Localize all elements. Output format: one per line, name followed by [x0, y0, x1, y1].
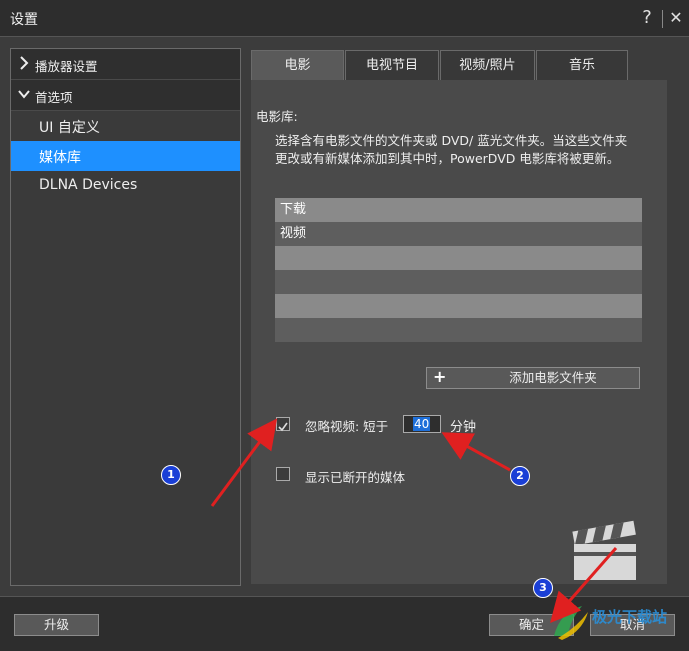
ignore-minutes-input[interactable]: 40	[403, 415, 441, 433]
footer-bar	[0, 596, 689, 651]
library-description: 选择含有电影文件的文件夹或 DVD/ 蓝光文件夹。当这些文件夹更改或有新媒体添加…	[275, 133, 628, 166]
window-title: 设置	[10, 12, 38, 28]
nav-item-dlna-devices[interactable]: DLNA Devices	[11, 171, 240, 201]
ok-button[interactable]: 确定	[489, 614, 574, 636]
nav-item-label: UI 自定义	[39, 120, 100, 136]
nav-group-player-settings[interactable]: 播放器设置	[11, 49, 240, 80]
section-title: 电影库:	[256, 109, 298, 124]
ignore-short-videos-checkbox[interactable]	[276, 417, 290, 432]
folder-row	[275, 294, 642, 318]
folder-list[interactable]: 下载 视频	[275, 198, 642, 344]
folder-row	[275, 270, 642, 294]
close-icon[interactable]: ✕	[665, 6, 687, 30]
checkmark-icon	[278, 422, 288, 432]
nav-item-label: DLNA Devices	[39, 177, 138, 193]
tab-movies[interactable]: 电影	[251, 50, 344, 80]
annotation-badge-1: 1	[161, 465, 181, 485]
button-label: 添加电影文件夹	[509, 370, 597, 385]
tab-tv-shows[interactable]: 电视节目	[345, 50, 439, 80]
folder-row[interactable]: 视频	[275, 222, 642, 246]
show-disconnected-media-label: 显示已断开的媒体	[305, 470, 406, 485]
minutes-unit-label: 分钟	[450, 420, 477, 435]
nav-item-label: 媒体库	[39, 150, 81, 166]
nav-group-label: 首选项	[35, 90, 73, 105]
folder-row	[275, 246, 642, 270]
title-separator	[662, 10, 663, 28]
folder-row	[275, 318, 642, 342]
nav-group-label: 播放器设置	[35, 59, 98, 74]
nav-item-ui-customize[interactable]: UI 自定义	[11, 111, 240, 141]
annotation-badge-3: 3	[533, 578, 553, 598]
tab-music[interactable]: 音乐	[536, 50, 628, 80]
input-value: 40	[413, 417, 431, 431]
chevron-down-icon	[18, 90, 30, 99]
ignore-short-videos-label: 忽略视频: 短于	[305, 419, 389, 434]
cancel-button[interactable]: 取消	[590, 614, 675, 636]
chevron-right-icon	[20, 56, 29, 70]
nav-item-media-library[interactable]: 媒体库	[11, 141, 240, 171]
plus-icon: +	[433, 367, 447, 386]
nav-group-preferences[interactable]: 首选项	[11, 80, 240, 111]
folder-row[interactable]: 下载	[275, 198, 642, 222]
show-disconnected-media-checkbox[interactable]	[276, 467, 290, 481]
title-bar: 设置 ? ✕	[0, 0, 689, 37]
upgrade-button[interactable]: 升级	[14, 614, 99, 636]
tab-videos-photos[interactable]: 视频/照片	[440, 50, 535, 80]
help-icon[interactable]: ?	[636, 6, 658, 30]
annotation-badge-2: 2	[510, 466, 530, 486]
settings-nav: 播放器设置 首选项 UI 自定义 媒体库 DLNA Devices	[10, 48, 241, 586]
add-movie-folder-button[interactable]: + 添加电影文件夹	[426, 367, 640, 389]
